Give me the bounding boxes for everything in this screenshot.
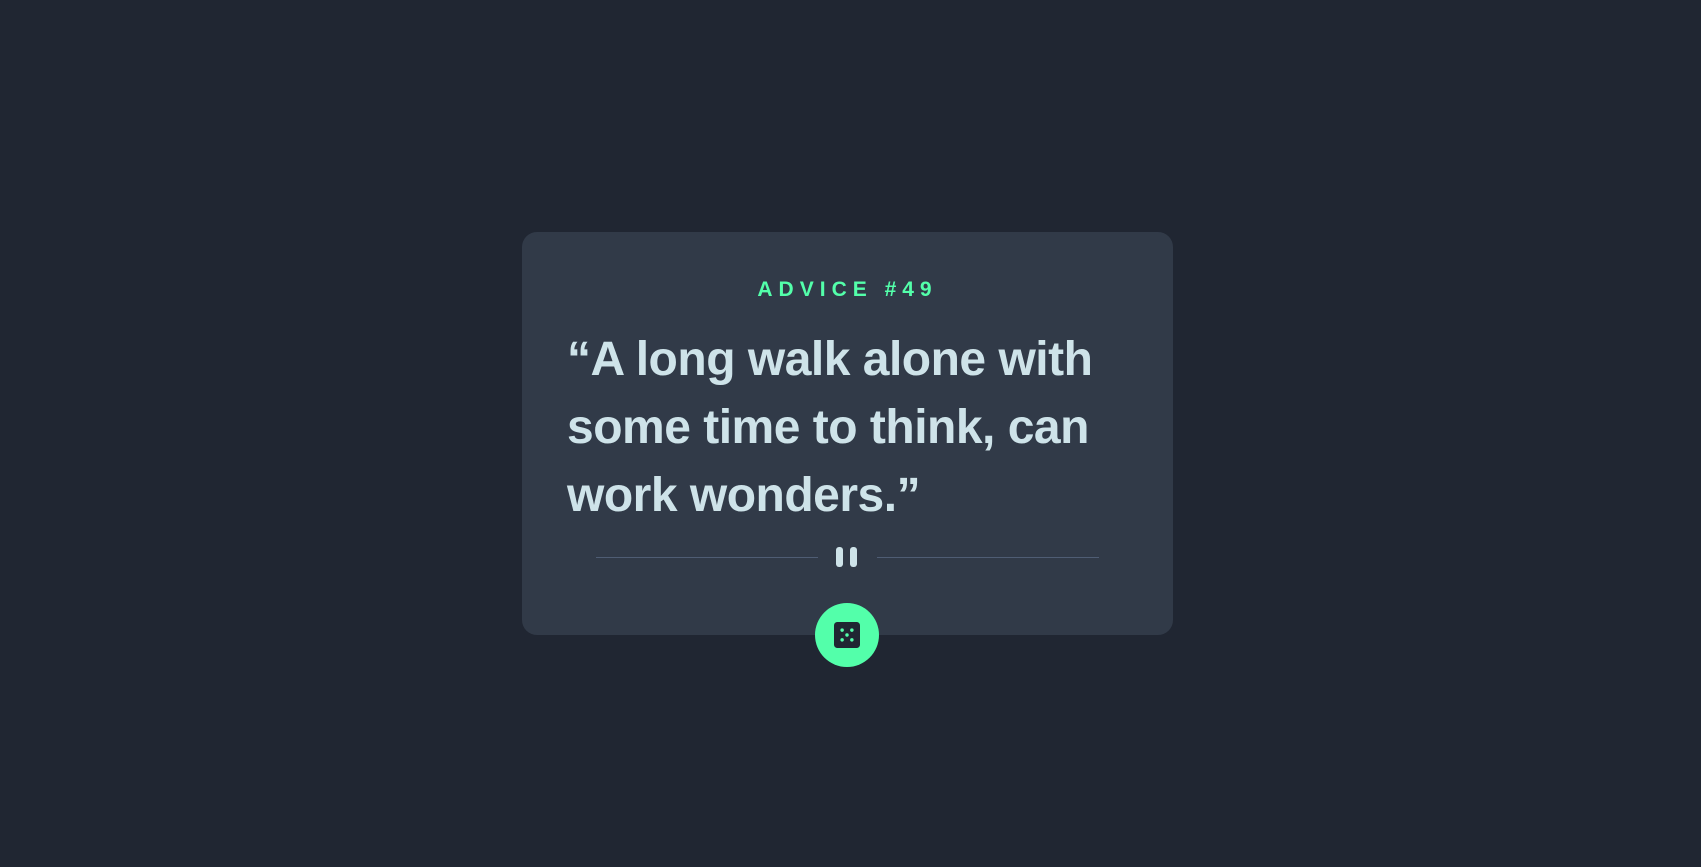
dice-icon bbox=[834, 622, 860, 648]
advice-quote: “A long walk alone with some time to thi… bbox=[567, 333, 1093, 522]
pattern-divider bbox=[596, 547, 1099, 567]
pause-icon bbox=[834, 547, 860, 567]
divider-line-left bbox=[596, 557, 818, 558]
pause-bar-right bbox=[850, 547, 857, 567]
divider-line-right bbox=[877, 557, 1099, 558]
new-advice-button[interactable] bbox=[815, 603, 879, 667]
advice-card: ADVICE #49 “A long walk alone with some … bbox=[522, 232, 1173, 635]
advice-id-label: ADVICE #49 bbox=[757, 278, 938, 301]
pause-bar-left bbox=[836, 547, 843, 567]
